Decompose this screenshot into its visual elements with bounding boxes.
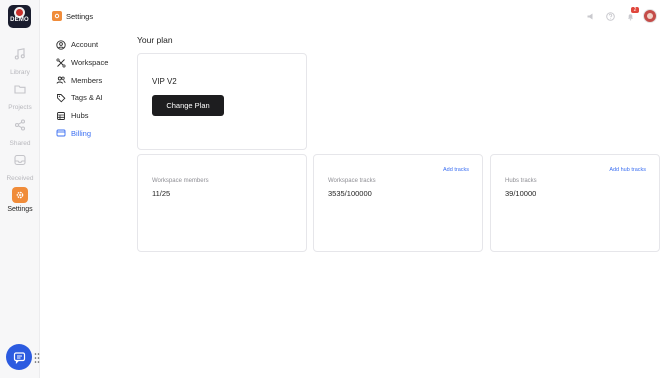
rail-label: Projects [8,104,32,111]
stat-value: 39/10000 [505,189,537,198]
menu-item-workspace[interactable]: Workspace [56,54,131,72]
stat-label: Workspace members [152,178,209,184]
rail-item-shared[interactable]: Shared [0,118,40,147]
notification-count-badge: 2 [631,7,639,13]
chat-button[interactable] [6,344,32,370]
left-rail: DEMO Library Projects Shared Received Se… [0,0,40,378]
stat-value: 11/25 [152,189,171,198]
menu-item-hubs[interactable]: Hubs [56,107,131,125]
chat-icon [13,351,25,364]
music-note-icon [14,48,25,60]
settings-menu: Account Workspace Members Tags & AI Hubs… [56,36,131,142]
rail-label: Received [6,175,34,182]
hubs-tracks-card: Add hub tracks Hubs tracks 39/10000 [490,154,660,252]
workspace-logo[interactable]: DEMO [8,5,31,28]
members-icon [56,76,66,84]
page-header: Settings [52,10,93,22]
add-hub-tracks-link[interactable]: Add hub tracks [609,167,646,173]
rail-item-library[interactable]: Library [0,47,40,76]
menu-item-label: Members [71,75,103,85]
add-tracks-link[interactable]: Add tracks [443,167,469,173]
stat-value: 3535/100000 [328,189,372,198]
workspace-icon [56,58,66,68]
user-icon [56,40,66,50]
rail-item-received[interactable]: Received [0,153,40,182]
drag-handle-icon[interactable] [34,352,40,364]
help-icon[interactable] [606,12,615,21]
change-plan-button[interactable]: Change Plan [152,95,224,116]
avatar[interactable] [643,9,657,23]
menu-item-billing[interactable]: Billing [56,124,131,142]
rail-label: Library [10,69,30,76]
hub-icon [57,111,65,120]
logo-text: DEMO [10,17,29,23]
menu-item-label: Hubs [71,111,89,121]
rail-label: Settings [7,206,33,213]
inbox-icon [14,154,26,166]
workspace-members-card: Workspace members 11/25 [137,154,307,252]
workspace-tracks-card: Add tracks Workspace tracks 3535/100000 [313,154,483,252]
menu-item-tags[interactable]: Tags & AI [56,89,131,107]
section-title: Your plan [137,35,173,45]
page-title: Settings [66,11,94,21]
menu-item-label: Workspace [71,58,109,68]
rail-item-settings[interactable]: Settings [0,187,40,213]
gear-icon [12,187,28,203]
tag-icon [57,93,66,103]
menu-item-label: Tags & AI [71,93,103,103]
menu-item-members[interactable]: Members [56,71,131,89]
plan-card: VIP V2 Change Plan [137,53,307,150]
share-icon [14,119,26,131]
menu-item-label: Account [71,40,99,50]
plan-name: VIP V2 [152,77,177,86]
folder-icon [14,85,26,94]
menu-item-account[interactable]: Account [56,36,131,54]
menu-item-label: Billing [71,128,92,138]
stat-label: Hubs tracks [505,178,537,184]
rail-label: Shared [9,140,31,147]
bell-icon[interactable] [626,12,635,21]
credit-card-icon [56,129,66,137]
rail-item-projects[interactable]: Projects [0,82,40,111]
stat-label: Workspace tracks [328,178,376,184]
settings-badge-icon [52,11,62,21]
announcement-icon[interactable] [586,12,595,21]
